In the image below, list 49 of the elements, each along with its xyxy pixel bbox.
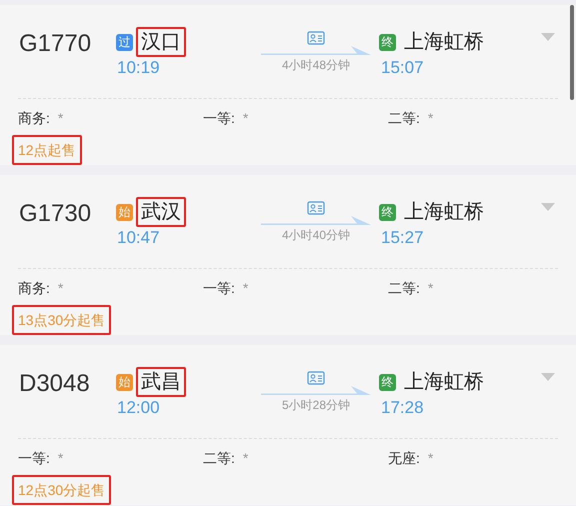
- station-badge: 终: [379, 374, 396, 390]
- station-badge: 终: [379, 34, 396, 50]
- seat-availability: 一等: *: [18, 449, 64, 467]
- seat-availability: 商务: *: [18, 279, 64, 297]
- arrow-icon: [261, 45, 371, 56]
- arrival-time: 15:07: [381, 57, 425, 79]
- scrollbar[interactable]: [570, 5, 574, 100]
- arrival-station: 上海虹桥: [404, 30, 484, 55]
- dropdown-caret-icon[interactable]: [541, 203, 555, 211]
- seat-availability: 商务: *: [18, 109, 64, 127]
- duration: 4小时40分钟: [282, 227, 350, 243]
- station-badge: 终: [379, 204, 396, 220]
- station-badge: 过: [116, 34, 133, 50]
- sale-time: 12点30分起售: [12, 475, 112, 505]
- id-card-icon: [307, 371, 325, 385]
- arrow-icon: [261, 385, 371, 396]
- id-card-icon: [307, 201, 325, 215]
- sale-time: 13点30分起售: [12, 305, 112, 335]
- train-number: D3048: [19, 369, 91, 399]
- train-card[interactable]: G1730 始 武汉 10:47 4小时40分钟 终 上海虹桥 15:27 商务: * 一等: * 二等: * 13点30分起售: [0, 175, 576, 335]
- arrow-icon: [261, 215, 371, 226]
- departure-station: 武昌: [136, 367, 186, 397]
- departure-station: 汉口: [136, 27, 186, 57]
- arrival-time: 15:27: [381, 227, 425, 249]
- duration: 5小时28分钟: [282, 397, 350, 413]
- id-card-icon: [307, 31, 325, 45]
- arrival-station: 上海虹桥: [404, 200, 484, 225]
- departure-time: 12:00: [117, 397, 161, 419]
- seat-availability: 二等: *: [388, 279, 434, 297]
- dropdown-caret-icon[interactable]: [541, 33, 555, 41]
- dropdown-caret-icon[interactable]: [541, 373, 555, 381]
- departure-station: 武汉: [136, 197, 186, 227]
- departure-time: 10:47: [117, 227, 161, 249]
- sale-time: 12点起售: [12, 135, 82, 165]
- station-badge: 始: [116, 374, 133, 390]
- duration: 4小时48分钟: [282, 57, 350, 73]
- seat-availability: 无座: *: [388, 449, 434, 467]
- train-number: G1770: [19, 29, 92, 59]
- departure-time: 10:19: [117, 57, 161, 79]
- station-badge: 始: [116, 204, 133, 220]
- seat-availability: 一等: *: [203, 109, 250, 127]
- seat-availability: 二等: *: [203, 449, 250, 467]
- seat-availability: 一等: *: [203, 279, 250, 297]
- arrival-station: 上海虹桥: [404, 370, 484, 395]
- arrival-time: 17:28: [381, 397, 425, 419]
- seat-availability: 二等: *: [388, 109, 434, 127]
- train-card[interactable]: G1770 过 汉口 10:19 4小时48分钟 终 上海虹桥 15:07 商务: * 一等: * 二等: * 12点起售: [0, 5, 576, 165]
- train-number: G1730: [19, 199, 92, 229]
- train-card[interactable]: D3048 始 武昌 12:00 5小时28分钟 终 上海虹桥 17:28 一等: * 二等: * 无座: * 12点30分起售: [0, 345, 576, 505]
